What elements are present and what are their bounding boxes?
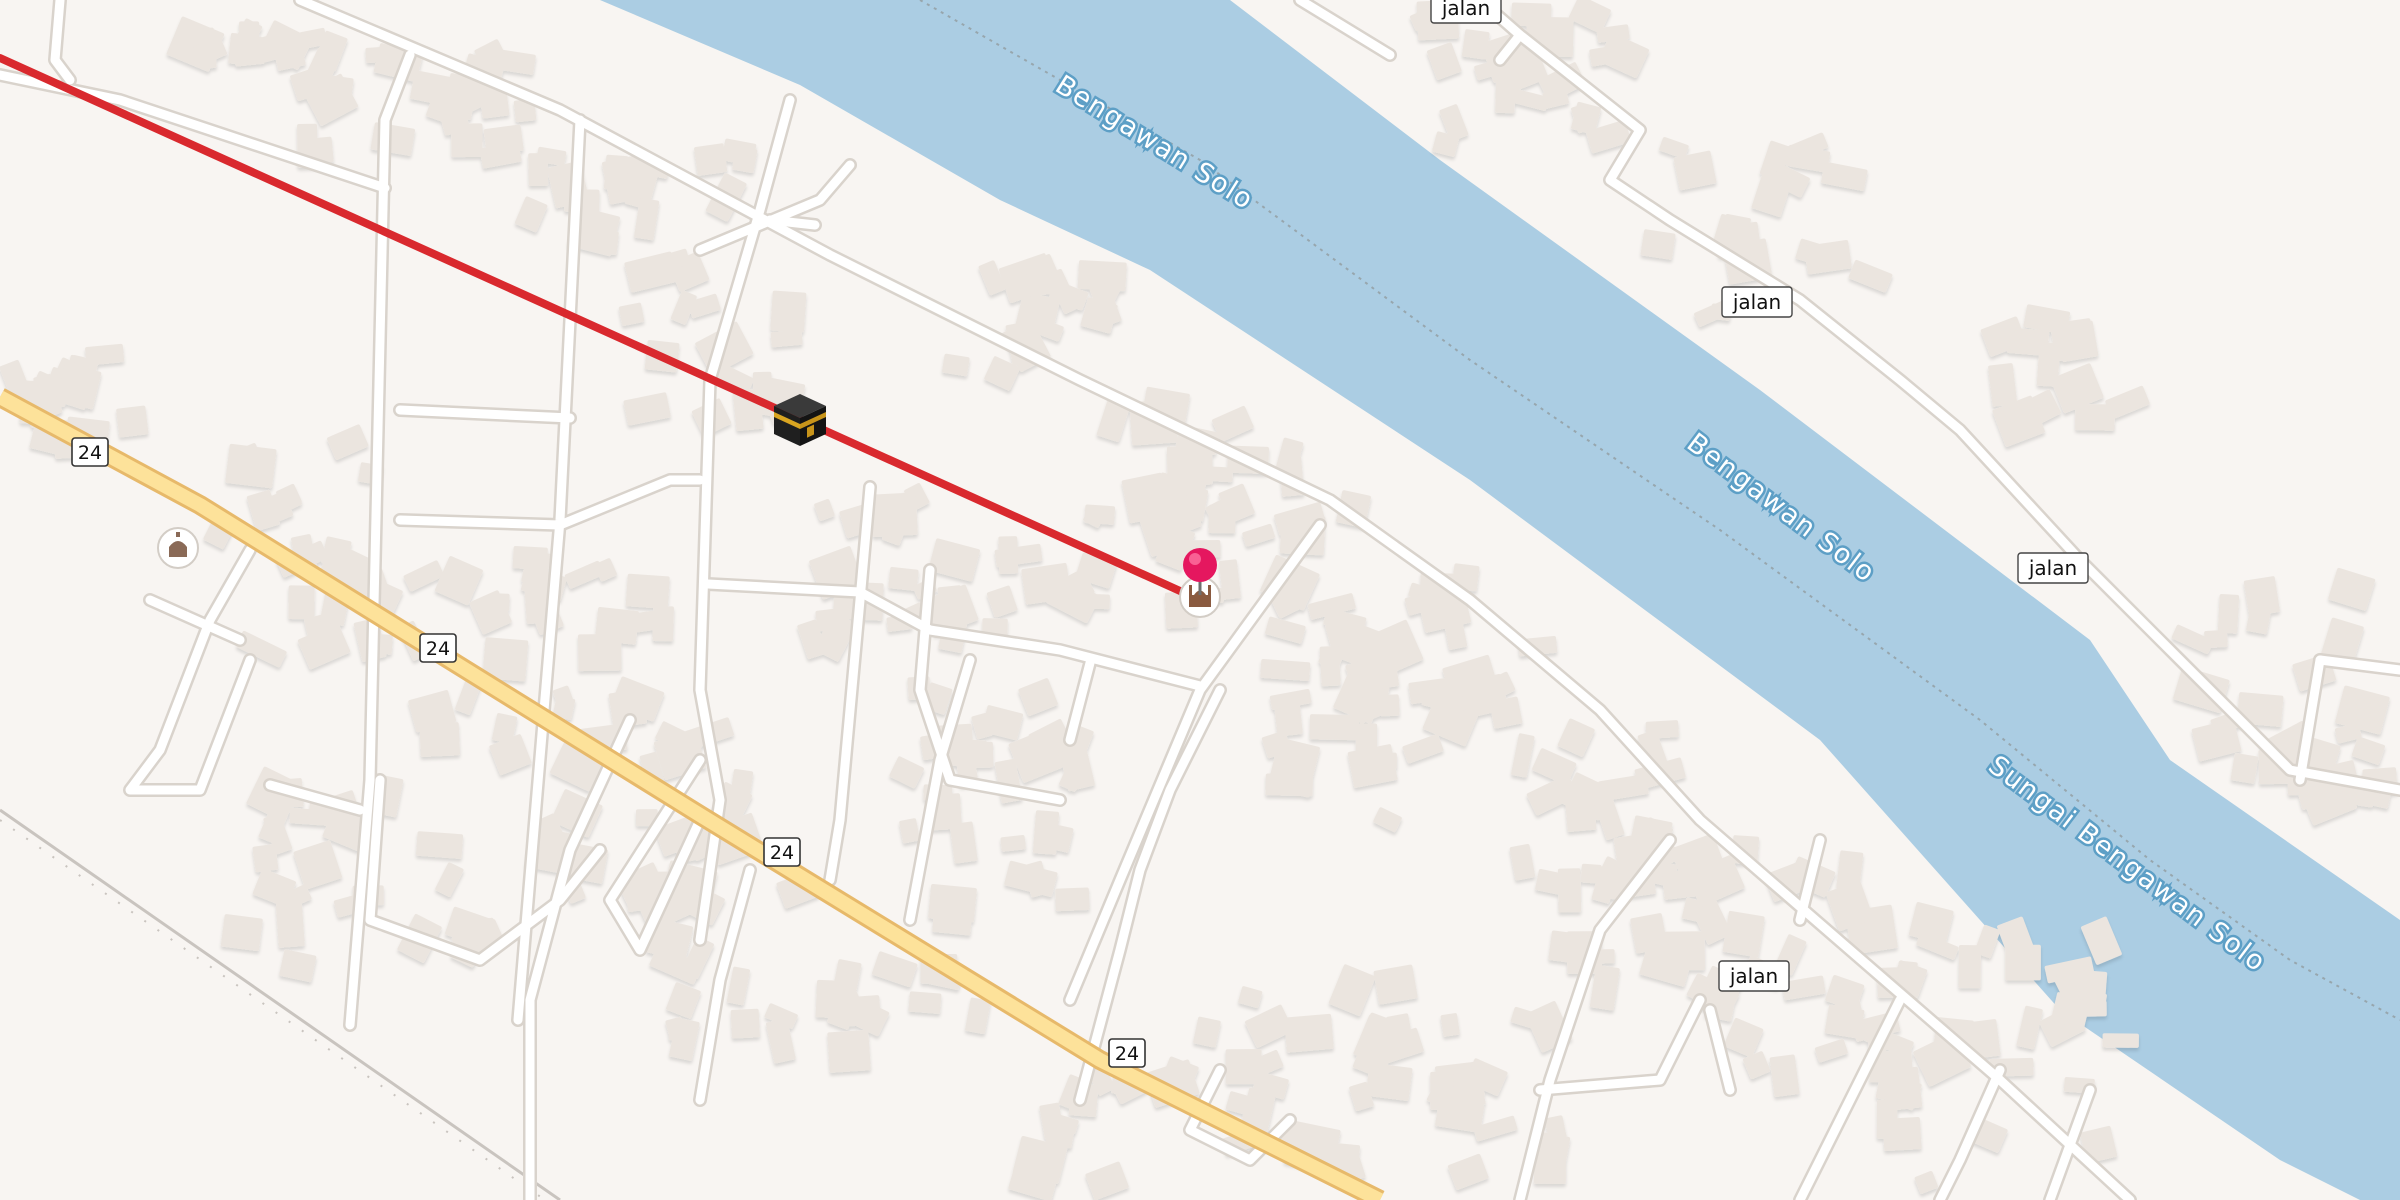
building — [1284, 1013, 1334, 1053]
building — [275, 903, 305, 948]
building — [490, 593, 510, 612]
building — [2102, 1033, 2139, 1048]
building — [1260, 659, 1311, 682]
building — [233, 36, 265, 67]
building — [2243, 576, 2280, 617]
building — [1548, 930, 1581, 964]
mosque-poi[interactable] — [157, 527, 199, 569]
building — [974, 741, 994, 768]
building — [928, 883, 977, 923]
building — [1021, 562, 1072, 605]
building — [1769, 1054, 1800, 1097]
building — [2060, 968, 2108, 1001]
building — [288, 585, 315, 620]
building — [1373, 964, 1418, 1005]
building — [694, 143, 728, 176]
building — [1876, 1099, 1898, 1139]
building — [2217, 594, 2240, 634]
building — [770, 290, 807, 333]
building — [1557, 868, 1582, 913]
building — [1440, 1013, 1460, 1037]
building — [1988, 363, 2018, 407]
building — [1055, 887, 1090, 912]
street-label-jalan: jalan — [2017, 552, 2089, 584]
building — [1461, 29, 1490, 60]
street-label-jalan: jalan — [1718, 960, 1790, 992]
street-label-jalan: jalan — [1721, 286, 1793, 318]
svg-text:24: 24 — [770, 842, 794, 864]
building — [652, 605, 674, 642]
building — [1640, 229, 1676, 260]
building — [419, 722, 461, 757]
building — [732, 145, 758, 173]
building — [1000, 835, 1026, 852]
building — [577, 633, 622, 672]
road-shield-24: 24 — [763, 837, 801, 867]
building — [1309, 714, 1360, 741]
building — [2230, 753, 2259, 784]
building — [870, 492, 918, 538]
building — [2005, 944, 2041, 981]
building — [827, 1029, 871, 1073]
building — [1353, 752, 1397, 770]
building — [908, 991, 942, 1014]
building — [1045, 1120, 1076, 1149]
building — [116, 405, 149, 438]
building — [483, 124, 524, 156]
building — [942, 353, 970, 377]
road-shield-24: 24 — [71, 437, 109, 467]
svg-text:24: 24 — [1115, 1043, 1139, 1065]
svg-text:jalan: jalan — [1732, 290, 1781, 314]
building — [937, 585, 963, 606]
svg-text:jalan: jalan — [1441, 0, 1490, 20]
building — [603, 154, 629, 191]
building — [998, 536, 1019, 574]
road-shield-24: 24 — [419, 633, 457, 663]
building — [1564, 787, 1597, 832]
map-view[interactable]: Bengawan Solo Bengawan Solo Sungai Benga… — [0, 0, 2400, 1200]
building — [85, 343, 125, 366]
map-canvas[interactable]: Bengawan Solo Bengawan Solo Sungai Benga… — [0, 0, 2400, 1200]
building — [668, 1025, 694, 1041]
street-label-jalan: jalan — [1430, 0, 1502, 24]
svg-text:jalan: jalan — [2028, 556, 2077, 580]
svg-text:24: 24 — [78, 442, 102, 464]
building — [1364, 642, 1399, 690]
building — [730, 1008, 760, 1039]
svg-text:jalan: jalan — [1729, 964, 1778, 988]
building — [220, 914, 263, 951]
building — [2065, 1000, 2107, 1017]
building — [416, 831, 464, 859]
building — [1511, 2, 1552, 27]
svg-text:24: 24 — [426, 638, 450, 660]
building — [625, 573, 670, 609]
road-shield-24: 24 — [1108, 1038, 1146, 1068]
building — [1722, 910, 1765, 958]
building — [2056, 320, 2099, 362]
building — [1386, 1013, 1412, 1036]
building — [2075, 403, 2115, 431]
building — [451, 123, 483, 158]
building — [1662, 868, 1706, 900]
